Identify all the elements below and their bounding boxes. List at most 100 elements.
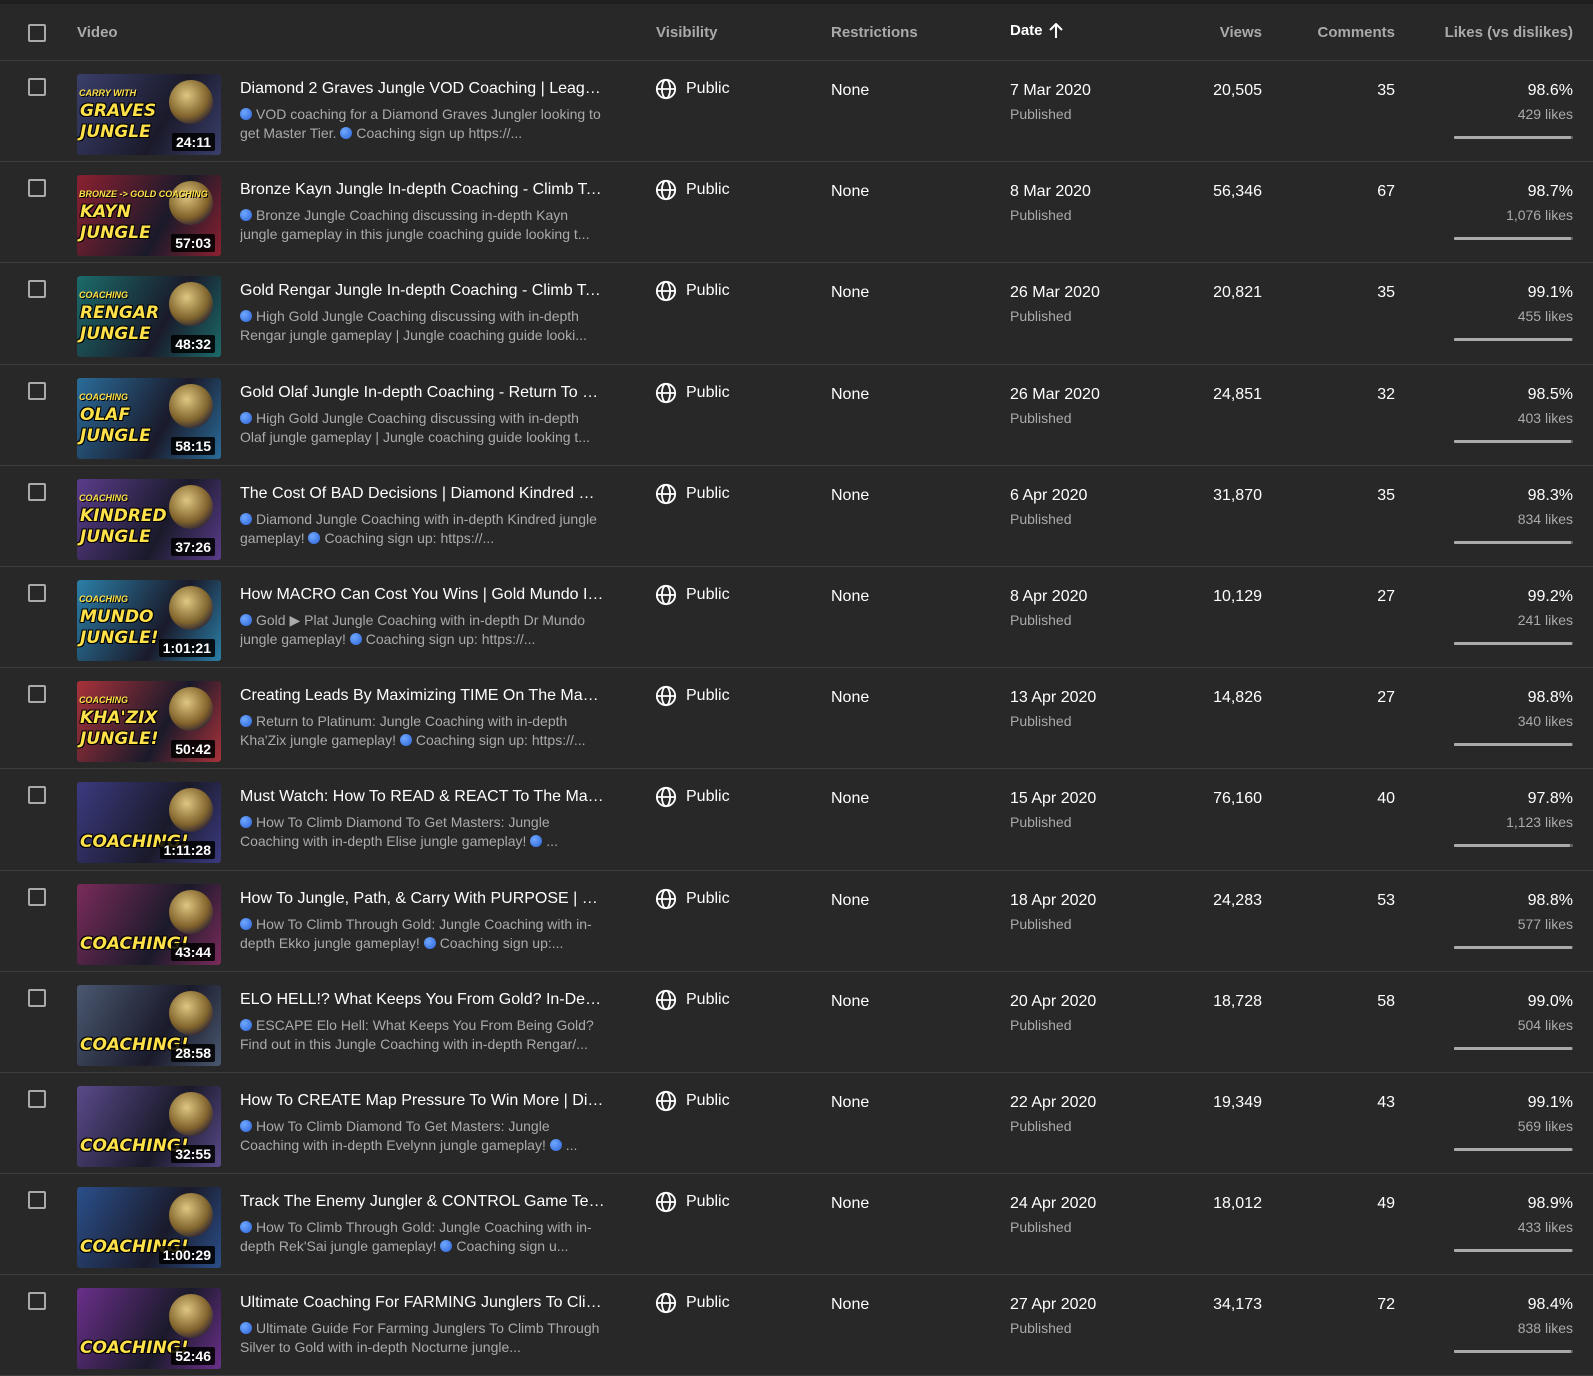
video-thumbnail[interactable]: Coaching Kindred Jungle 37:26 xyxy=(77,478,221,560)
rank-emblem-icon xyxy=(169,1091,213,1136)
comments-count[interactable]: 53 xyxy=(1300,892,1395,910)
visibility-cell[interactable]: Public xyxy=(655,888,730,910)
table-row[interactable]: Coaching! 32:55 How To CREATE Map Pressu… xyxy=(0,1073,1593,1175)
row-checkbox[interactable] xyxy=(28,1089,46,1108)
visibility-cell[interactable]: Public xyxy=(655,382,730,404)
table-row[interactable]: Coaching Kindred Jungle 37:26 The Cost O… xyxy=(0,466,1593,567)
comments-count[interactable]: 32 xyxy=(1300,386,1395,404)
video-title[interactable]: ELO HELL!? What Keeps You From Gold? In-… xyxy=(240,991,605,1009)
blue-circle-icon xyxy=(530,835,543,848)
comments-count[interactable]: 35 xyxy=(1300,487,1395,505)
column-header-restrictions[interactable]: Restrictions xyxy=(831,24,918,41)
description-part1: High Gold Jungle Coaching discussing wit… xyxy=(240,409,590,445)
table-row[interactable]: Coaching Rengar Jungle 48:32 Gold Rengar… xyxy=(0,263,1593,365)
video-title[interactable]: The Cost Of BAD Decisions | Diamond Kind… xyxy=(240,485,605,503)
row-checkbox[interactable] xyxy=(28,988,46,1007)
video-title[interactable]: Creating Leads By Maximizing TIME On The… xyxy=(240,687,605,705)
date-value: 6 Apr 2020 xyxy=(1010,486,1088,504)
comments-count[interactable]: 40 xyxy=(1300,790,1395,808)
visibility-cell[interactable]: Public xyxy=(655,78,730,100)
visibility-cell[interactable]: Public xyxy=(655,685,730,707)
comments-count[interactable]: 27 xyxy=(1300,588,1395,606)
visibility-label: Public xyxy=(686,282,730,300)
visibility-cell[interactable]: Public xyxy=(655,1090,730,1112)
video-thumbnail[interactable]: Coaching Rengar Jungle 48:32 xyxy=(77,276,221,358)
comments-count[interactable]: 43 xyxy=(1300,1094,1395,1112)
comments-count[interactable]: 35 xyxy=(1300,82,1395,100)
video-thumbnail[interactable]: Carry with Graves Jungle 24:11 xyxy=(77,74,221,155)
comments-count[interactable]: 49 xyxy=(1300,1195,1395,1213)
column-header-date[interactable]: Date xyxy=(1010,22,1063,39)
visibility-cell[interactable]: Public xyxy=(655,1191,730,1213)
like-ratio-bar xyxy=(1454,945,1573,949)
table-row[interactable]: Coaching! 52:46 Ultimate Coaching For FA… xyxy=(0,1275,1593,1376)
video-thumbnail[interactable]: Coaching! 43:44 xyxy=(77,883,221,965)
visibility-cell[interactable]: Public xyxy=(655,989,730,1011)
video-title[interactable]: Diamond 2 Graves Jungle VOD Coaching | L… xyxy=(240,80,605,98)
column-header-video[interactable]: Video xyxy=(77,24,118,41)
column-header-views[interactable]: Views xyxy=(1160,24,1262,41)
row-checkbox[interactable] xyxy=(28,583,46,602)
video-thumbnail[interactable]: Coaching! 1:00:29 xyxy=(77,1187,221,1269)
video-thumbnail[interactable]: Coaching Mundo Jungle! 1:01:21 xyxy=(77,579,221,661)
row-checkbox[interactable] xyxy=(28,78,46,96)
row-checkbox[interactable] xyxy=(28,685,46,704)
video-thumbnail[interactable]: Coaching! 1:11:28 xyxy=(77,782,221,864)
row-checkbox[interactable] xyxy=(28,179,46,198)
video-title[interactable]: How To Jungle, Path, & Carry With PURPOS… xyxy=(240,890,605,908)
video-thumbnail[interactable]: Coaching! 32:55 xyxy=(77,1085,221,1167)
row-checkbox[interactable] xyxy=(28,1191,46,1210)
video-title[interactable]: Track The Enemy Jungler & CONTROL Game T… xyxy=(240,1193,605,1211)
table-row[interactable]: Coaching Mundo Jungle! 1:01:21 How MACRO… xyxy=(0,567,1593,669)
video-thumbnail[interactable]: Coaching Olaf Jungle 58:15 xyxy=(77,377,221,459)
table-row[interactable]: Carry with Graves Jungle 24:11 Diamond 2… xyxy=(0,61,1593,163)
visibility-cell[interactable]: Public xyxy=(655,483,730,505)
thumbnail-line1-text: Rengar xyxy=(80,303,160,324)
comments-count[interactable]: 58 xyxy=(1300,993,1395,1011)
thumbnail-banner-text: Coaching xyxy=(79,391,128,402)
table-row[interactable]: Coaching Kha'Zix Jungle! 50:42 Creating … xyxy=(0,668,1593,770)
publish-status: Published xyxy=(1010,308,1072,325)
row-checkbox[interactable] xyxy=(28,482,46,501)
visibility-cell[interactable]: Public xyxy=(655,786,730,808)
video-title[interactable]: Must Watch: How To READ & REACT To The M… xyxy=(240,788,605,806)
video-thumbnail[interactable]: Coaching! 52:46 xyxy=(77,1288,221,1370)
column-header-comments[interactable]: Comments xyxy=(1300,24,1395,41)
comments-count[interactable]: 35 xyxy=(1300,284,1395,302)
table-row[interactable]: Coaching! 28:58 ELO HELL!? What Keeps Yo… xyxy=(0,972,1593,1073)
visibility-cell[interactable]: Public xyxy=(655,1292,730,1314)
likes-count: 340 likes xyxy=(1517,713,1573,730)
video-title[interactable]: Bronze Kayn Jungle In-depth Coaching - C… xyxy=(240,181,605,199)
video-description: ESCAPE Elo Hell: What Keeps You From Bei… xyxy=(240,1016,605,1054)
table-row[interactable]: Coaching Olaf Jungle 58:15 Gold Olaf Jun… xyxy=(0,365,1593,466)
video-thumbnail[interactable]: Coaching! 28:58 xyxy=(77,984,221,1066)
select-all-checkbox[interactable] xyxy=(28,24,46,42)
video-thumbnail[interactable]: Coaching Kha'Zix Jungle! 50:42 xyxy=(77,681,221,763)
video-thumbnail[interactable]: Bronze -> Gold Coaching Kayn Jungle 57:0… xyxy=(77,175,221,257)
table-row[interactable]: Coaching! 1:11:28 Must Watch: How To REA… xyxy=(0,769,1593,871)
video-description: How To Climb Through Gold: Jungle Coachi… xyxy=(240,1218,605,1256)
video-title[interactable]: Gold Olaf Jungle In-depth Coaching - Ret… xyxy=(240,384,605,402)
comments-count[interactable]: 27 xyxy=(1300,689,1395,707)
table-row[interactable]: Coaching! 1:00:29 Track The Enemy Jungle… xyxy=(0,1174,1593,1276)
visibility-cell[interactable]: Public xyxy=(655,280,730,302)
visibility-cell[interactable]: Public xyxy=(655,179,730,201)
row-checkbox[interactable] xyxy=(28,1292,46,1311)
comments-count[interactable]: 72 xyxy=(1300,1296,1395,1314)
video-description: How To Climb Diamond To Get Masters: Jun… xyxy=(240,1117,605,1155)
video-title[interactable]: Ultimate Coaching For FARMING Junglers T… xyxy=(240,1294,605,1312)
table-row[interactable]: Coaching! 43:44 How To Jungle, Path, & C… xyxy=(0,871,1593,972)
video-title[interactable]: Gold Rengar Jungle In-depth Coaching - C… xyxy=(240,282,605,300)
video-title[interactable]: How To CREATE Map Pressure To Win More |… xyxy=(240,1092,605,1110)
like-ratio-bar xyxy=(1454,540,1573,544)
visibility-cell[interactable]: Public xyxy=(655,584,730,606)
comments-count[interactable]: 67 xyxy=(1300,183,1395,201)
row-checkbox[interactable] xyxy=(28,786,46,805)
column-header-likes[interactable]: Likes (vs dislikes) xyxy=(1420,24,1573,41)
table-row[interactable]: Bronze -> Gold Coaching Kayn Jungle 57:0… xyxy=(0,162,1593,264)
row-checkbox[interactable] xyxy=(28,280,46,299)
column-header-visibility[interactable]: Visibility xyxy=(656,24,717,41)
row-checkbox[interactable] xyxy=(28,887,46,906)
video-title[interactable]: How MACRO Can Cost You Wins | Gold Mundo… xyxy=(240,586,605,604)
row-checkbox[interactable] xyxy=(28,381,46,400)
